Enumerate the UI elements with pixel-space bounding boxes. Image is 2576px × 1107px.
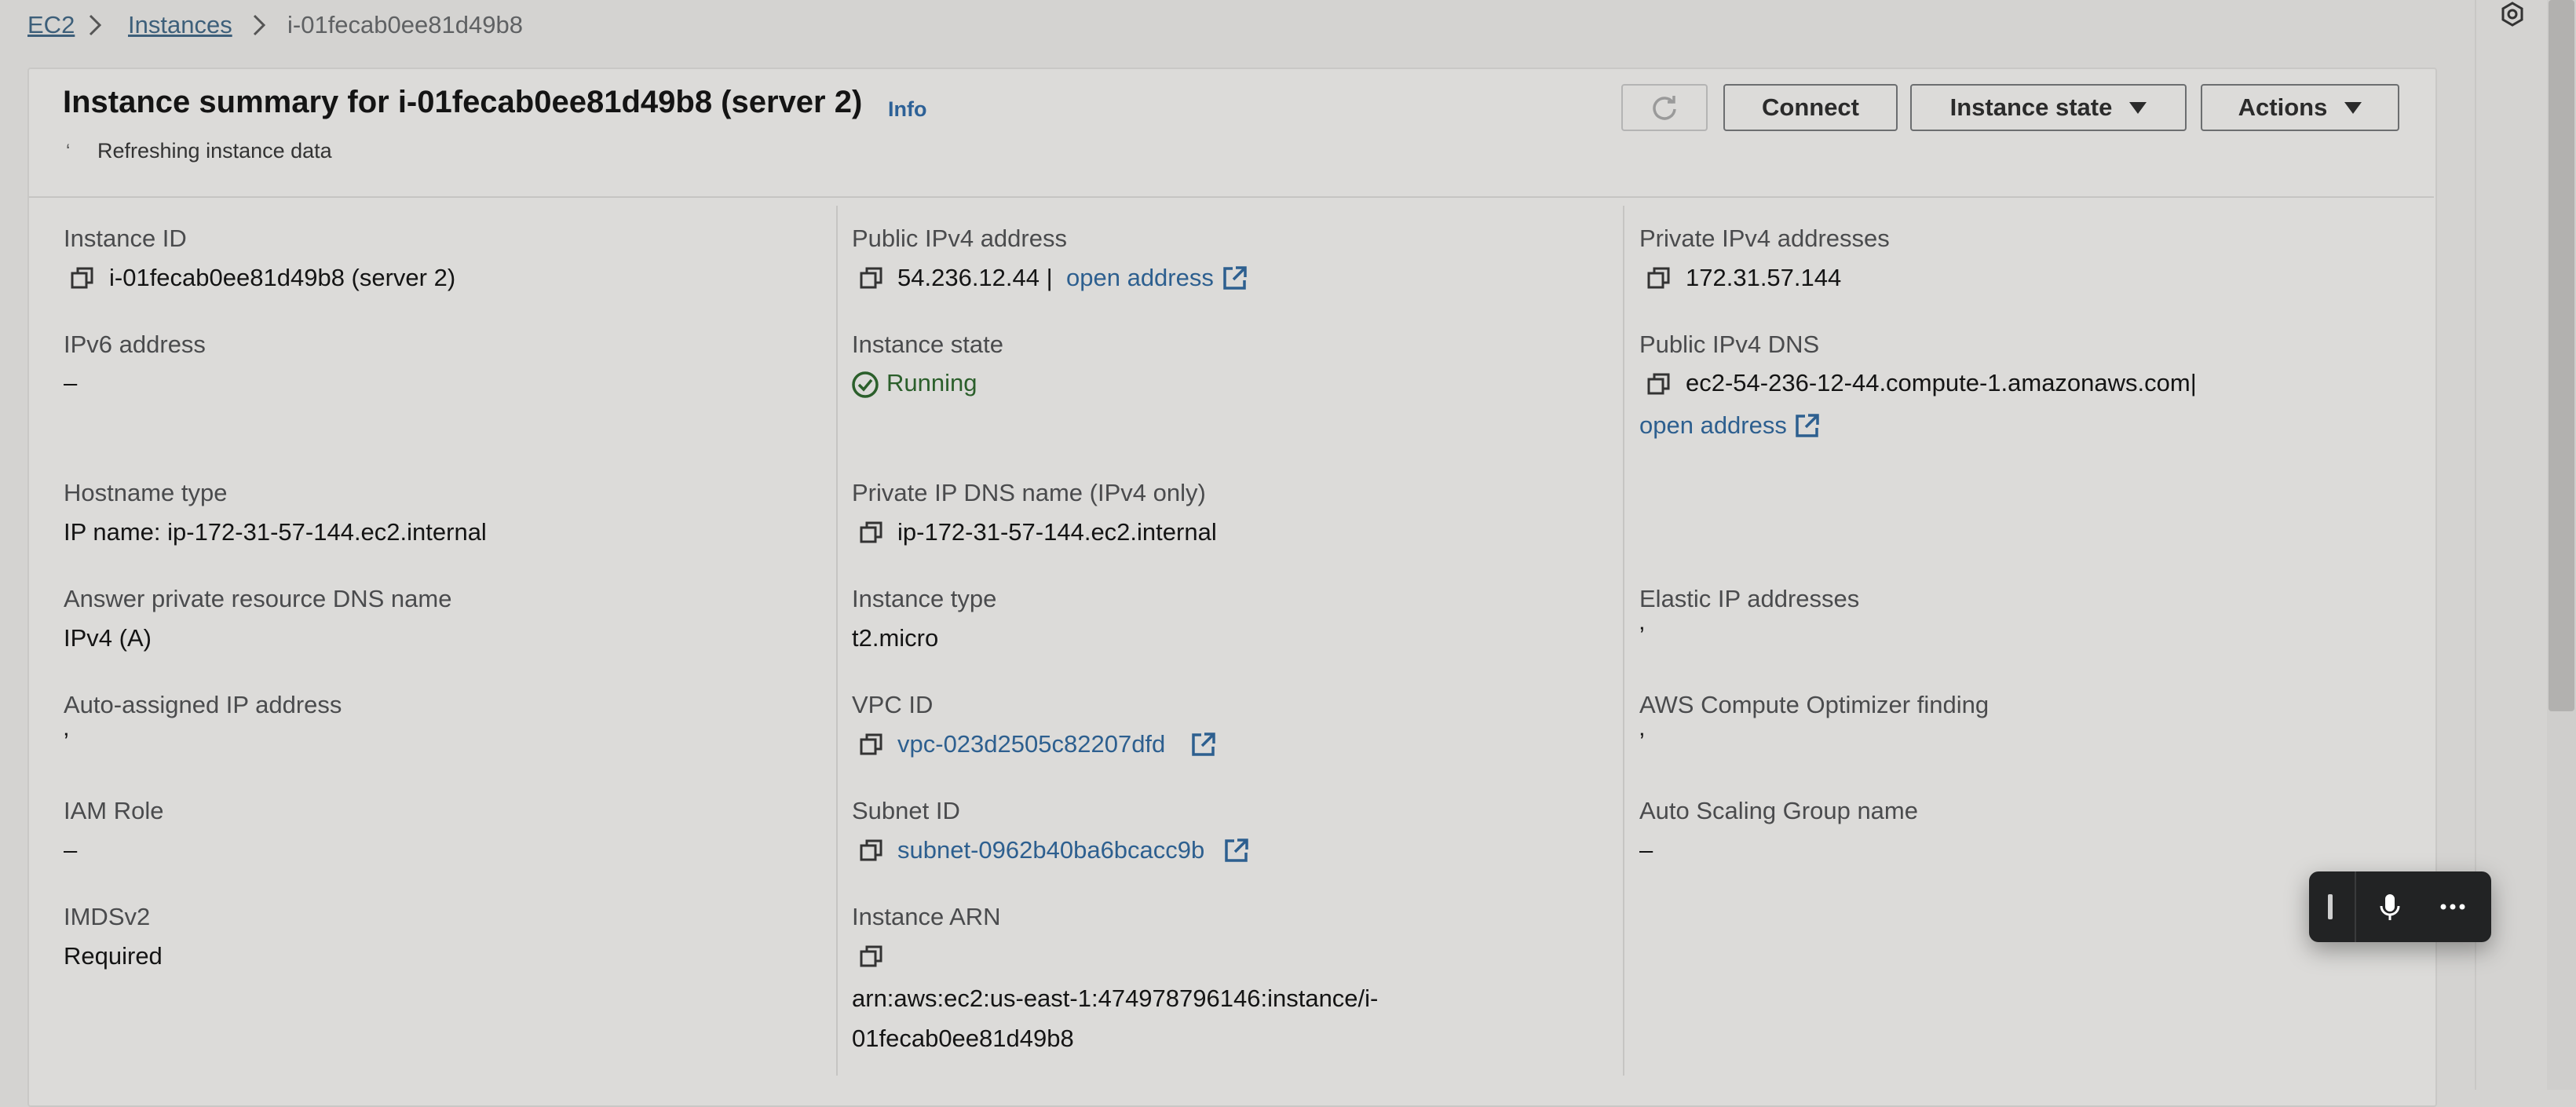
optimizer-label: AWS Compute Optimizer finding	[1639, 691, 1990, 718]
external-link-icon[interactable]	[1794, 412, 1821, 439]
column-divider	[836, 206, 838, 1076]
floating-voice-toolbar	[2309, 871, 2491, 942]
chevron-right-icon	[89, 14, 102, 36]
scrollbar-thumb[interactable]	[2549, 0, 2574, 711]
settings-hex-icon[interactable]	[2497, 0, 2528, 30]
refresh-button[interactable]	[1621, 84, 1708, 131]
connect-button[interactable]: Connect	[1723, 84, 1898, 131]
hostname-type-label: Hostname type	[64, 479, 228, 506]
arn-value-line2: 01fecab0ee81d49b8	[852, 1025, 1074, 1052]
iam-role-value: –	[64, 836, 78, 864]
public-ipv4-value: 54.236.12.44 |	[897, 264, 1053, 291]
caret-down-icon	[2344, 101, 2362, 114]
imdsv2-value: Required	[64, 942, 163, 970]
iam-role-label: IAM Role	[64, 797, 164, 824]
copy-icon[interactable]	[1647, 372, 1671, 396]
copy-icon[interactable]	[71, 266, 94, 290]
breadcrumb-instances[interactable]: Instances	[128, 11, 232, 39]
header-divider	[29, 196, 2434, 198]
instance-id-label: Instance ID	[64, 225, 187, 252]
elastic-ip-value: ʼ	[1639, 623, 1645, 650]
more-icon[interactable]	[2439, 901, 2466, 912]
microphone-icon[interactable]	[2378, 892, 2402, 923]
public-dns-value: ec2-54-236-12-44.compute-1.amazonaws.com…	[1686, 369, 2197, 396]
asg-value: –	[1639, 836, 1653, 864]
public-ipv4-open-link[interactable]: open address	[1066, 264, 1214, 292]
answer-dns-label: Answer private resource DNS name	[64, 585, 452, 612]
auto-ip-value: ʼ	[64, 729, 69, 756]
vpc-id-link[interactable]: vpc-023d2505c82207dfd	[897, 730, 1165, 758]
optimizer-value: ʼ	[1639, 729, 1645, 756]
arn-value-line1: arn:aws:ec2:us-east-1:474978796146:insta…	[852, 985, 1379, 1012]
subnet-id-link[interactable]: subnet-0962b40ba6bcacc9b	[897, 836, 1204, 864]
private-dns-label: Private IP DNS name (IPv4 only)	[852, 479, 1206, 506]
instance-state-value: Running	[886, 369, 977, 396]
copy-icon[interactable]	[860, 733, 883, 756]
loading-spinner-icon: ʻ	[66, 141, 71, 163]
answer-dns-value: IPv4 (A)	[64, 624, 152, 652]
external-link-icon[interactable]	[1222, 265, 1248, 291]
instance-id-value: i-01fecab0ee81d49b8 (server 2)	[109, 264, 456, 291]
external-link-icon[interactable]	[1223, 837, 1250, 864]
hostname-type-value: IP name: ip-172-31-57-144.ec2.internal	[64, 518, 487, 546]
instance-state-label: Instance state	[1949, 93, 2113, 121]
public-dns-label: Public IPv4 DNS	[1639, 331, 1820, 358]
info-link[interactable]: Info	[888, 97, 926, 122]
drag-handle-icon[interactable]	[2328, 894, 2333, 919]
copy-icon[interactable]	[1647, 266, 1671, 290]
subnet-id-label: Subnet ID	[852, 797, 960, 824]
public-dns-open-link[interactable]: open address	[1639, 411, 1787, 440]
instance-state-button[interactable]: Instance state	[1910, 84, 2187, 131]
page-title: Instance summary for i-01fecab0ee81d49b8…	[63, 85, 863, 119]
instance-type-label: Instance type	[852, 585, 997, 612]
auto-ip-label: Auto-assigned IP address	[64, 691, 342, 718]
chevron-right-icon	[253, 14, 266, 36]
private-ipv4-label: Private IPv4 addresses	[1639, 225, 1890, 252]
private-ipv4-value: 172.31.57.144	[1686, 264, 1842, 291]
refresh-status: Refreshing instance data	[97, 139, 332, 163]
copy-icon[interactable]	[860, 266, 883, 290]
asg-label: Auto Scaling Group name	[1639, 797, 1918, 824]
ipv6-value: –	[64, 369, 78, 396]
copy-icon[interactable]	[860, 838, 883, 862]
instance-state-field-label: Instance state	[852, 331, 1004, 358]
external-link-icon[interactable]	[1190, 731, 1217, 758]
breadcrumb-current: i-01fecab0ee81d49b8	[287, 11, 523, 38]
copy-icon[interactable]	[860, 944, 883, 968]
actions-label: Actions	[2238, 93, 2328, 121]
caret-down-icon	[2129, 101, 2147, 114]
breadcrumb-ec2[interactable]: EC2	[27, 11, 75, 39]
elastic-ip-label: Elastic IP addresses	[1639, 585, 1860, 612]
arn-label: Instance ARN	[852, 903, 1001, 930]
public-ipv4-label: Public IPv4 address	[852, 225, 1067, 252]
check-circle-icon	[852, 371, 879, 398]
copy-icon[interactable]	[860, 521, 883, 544]
instance-type-value: t2.micro	[852, 624, 939, 652]
ipv6-label: IPv6 address	[64, 331, 206, 358]
toolbar-divider	[2355, 871, 2356, 942]
connect-label: Connect	[1762, 93, 1859, 121]
actions-button[interactable]: Actions	[2201, 84, 2399, 131]
column-divider	[1623, 206, 1624, 1076]
refresh-icon	[1653, 96, 1676, 120]
imdsv2-label: IMDSv2	[64, 903, 151, 930]
vpc-id-label: VPC ID	[852, 691, 934, 718]
private-dns-value: ip-172-31-57-144.ec2.internal	[897, 518, 1217, 546]
